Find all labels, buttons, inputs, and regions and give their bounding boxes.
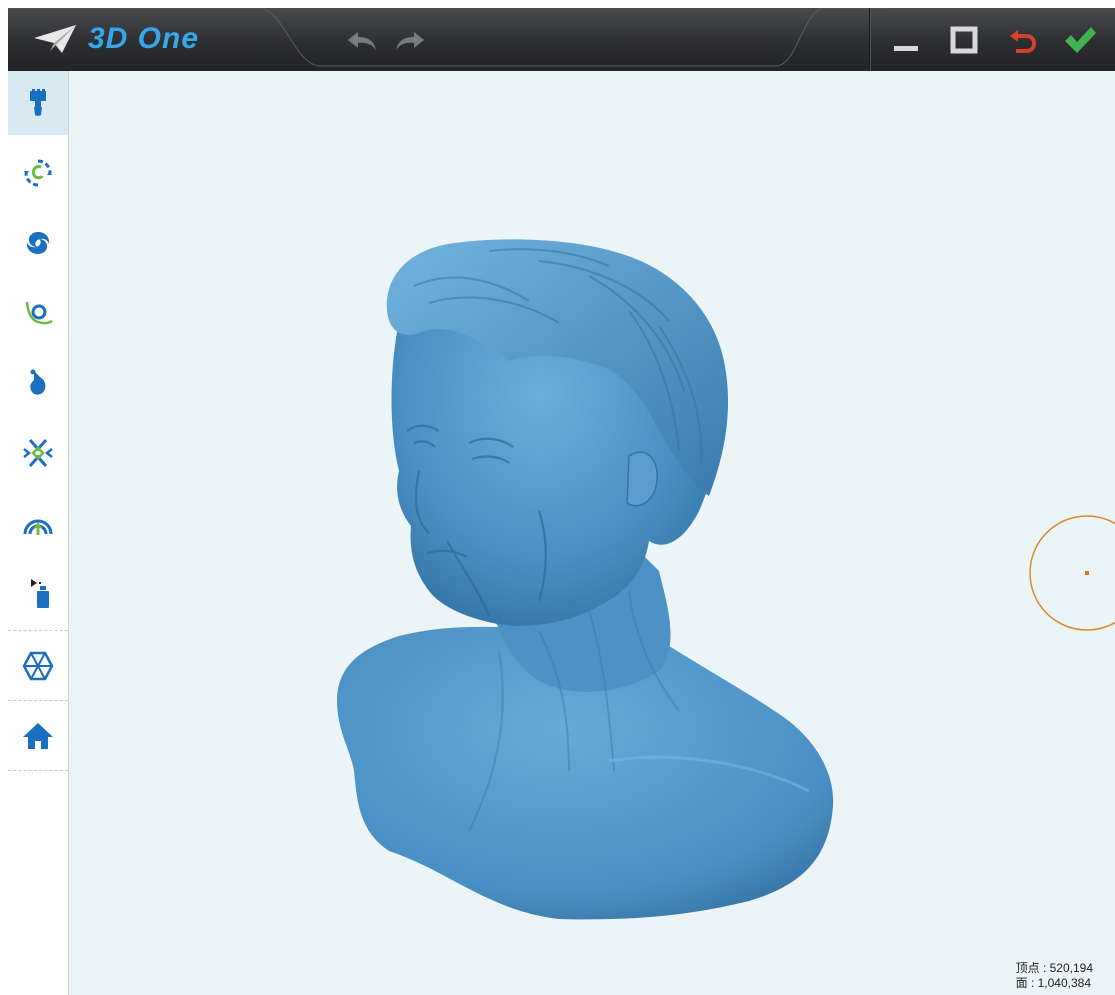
confirm-button[interactable] [1062,22,1098,58]
title-separator [869,8,870,71]
check-icon [1065,27,1096,53]
tool-pinch[interactable] [8,421,68,485]
tool-smudge[interactable] [8,351,68,415]
3d-viewport[interactable]: 顶点 : 520,194 面 : 1,040,384 [69,71,1115,995]
tool-inflate[interactable] [8,491,68,555]
smudge-icon [30,369,46,395]
tool-divider [8,630,68,631]
swirl-icon [26,232,50,254]
mesh-view-icon [22,651,54,681]
app-logo: 3D One [32,22,199,56]
brush-cursor [1029,515,1115,631]
paper-plane-icon [34,25,76,53]
tool-home-view[interactable] [8,704,68,768]
spray-icon [31,579,49,608]
inflate-icon [23,519,53,535]
home-view-icon [23,723,53,749]
tool-divider [8,700,68,701]
tool-curve-loop[interactable] [8,281,68,345]
redo-button[interactable] [394,30,426,52]
maximize-button[interactable] [946,22,982,58]
face-count: 面 : 1,040,384 [1015,976,1091,990]
redo-arrow-icon [396,32,424,50]
undo-button[interactable] [346,30,378,52]
minimize-button[interactable] [888,22,924,58]
paint-brush-icon [30,89,46,116]
tool-rotate-select[interactable] [8,141,68,205]
app-title: 3D One [88,22,200,55]
viewport-canvas [337,239,1115,920]
title-bar: 3D One [8,8,1115,72]
undo-arrow-icon [348,32,376,50]
rotate-select-icon [24,159,52,187]
minimize-icon [894,46,918,51]
pinch-icon [23,439,53,467]
bust-model[interactable] [337,239,834,920]
curve-loop-icon [25,301,53,325]
tool-paint-brush[interactable] [8,71,68,135]
tool-mesh-view[interactable] [8,634,68,698]
maximize-icon [950,26,978,54]
tool-divider [8,770,68,771]
tool-sidebar [8,71,69,995]
tool-swirl[interactable] [8,211,68,275]
cancel-button[interactable] [1004,22,1040,58]
cancel-return-icon [1010,30,1036,53]
vertex-count: 顶点 : 520,194 [1015,961,1093,975]
tool-spray[interactable] [8,561,68,625]
mesh-stats: 顶点 : 520,194 面 : 1,040,384 [1016,961,1093,991]
